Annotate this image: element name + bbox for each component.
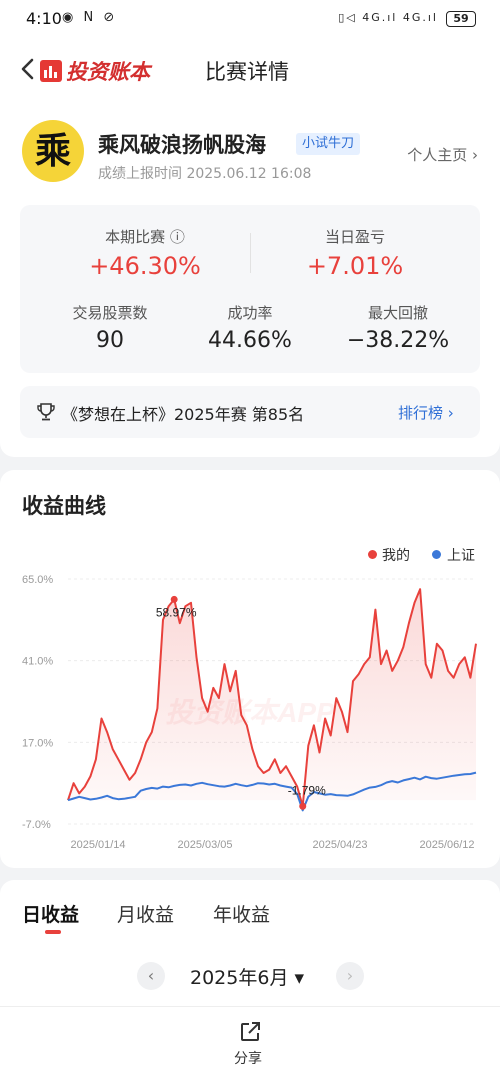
signal-icons: ▯◁ 4G.ıl 4G.ıl (338, 11, 438, 24)
tab-active-indicator (45, 930, 61, 934)
tab-yearly[interactable]: 年收益 (213, 900, 270, 927)
trophy-icon (37, 403, 55, 421)
nav-bar: 投资账本 比赛详情 (0, 38, 500, 100)
profile-header: 乘 乘风破浪扬帆股海 小试牛刀 成绩上报时间 2025.06.12 16:08 … (0, 100, 500, 210)
level-badge: 小试牛刀 (296, 133, 361, 155)
legend-mine-dot (368, 550, 377, 559)
y-tick-label: 41.0% (22, 656, 53, 668)
y-tick-label: 17.0% (22, 737, 53, 749)
tab-monthly[interactable]: 月收益 (117, 900, 174, 927)
x-tick-label: 2025/06/12 (419, 839, 474, 851)
max-point-label: 58.97% (156, 605, 197, 619)
y-tick-label: -7.0% (22, 819, 51, 831)
max-drawdown-label: 最大回撤 (367, 304, 428, 322)
tab-daily[interactable]: 日收益 (22, 900, 79, 927)
daily-pl-value: +7.01% (306, 252, 404, 280)
leaderboard-link[interactable]: 排行榜 › (398, 402, 454, 423)
share-icon[interactable] (238, 1020, 262, 1044)
max-drawdown-value: −38.22% (346, 328, 450, 353)
prev-month-button[interactable]: ‹ (137, 962, 165, 990)
this-match-value: +46.30% (89, 252, 201, 280)
x-tick-label: 2025/01/14 (70, 839, 125, 851)
status-time: 4:10 (26, 9, 62, 28)
page-title: 比赛详情 (205, 60, 289, 84)
rank-text: 《梦想在上杯》2025年赛 第85名 (62, 405, 305, 424)
next-month-button[interactable]: › (336, 962, 364, 990)
user-name: 乘风破浪扬帆股海 (98, 133, 266, 157)
battery-icon: 59 (446, 11, 476, 27)
min-point-marker (299, 802, 307, 810)
stock-count-label: 交易股票数 (72, 304, 148, 322)
stock-count-value: 90 (96, 328, 124, 353)
y-tick-label: 65.0% (22, 574, 53, 586)
success-rate-label: 成功率 (227, 304, 273, 322)
status-bar: 4:10 ◉ N ⊘ ▯◁ 4G.ıl 4G.ıl 59 (0, 0, 500, 38)
success-rate-value: 44.66% (208, 328, 292, 353)
app-logo-text: 投资账本 (66, 60, 150, 84)
daily-pl-label: 当日盈亏 (324, 228, 385, 246)
chart-title: 收益曲线 (22, 494, 106, 518)
homepage-link[interactable]: 个人主页 › (407, 144, 478, 165)
x-tick-label: 2025/03/05 (177, 839, 232, 851)
max-point-marker (170, 595, 178, 603)
this-match-label[interactable]: 本期比赛 ⓘ (40, 226, 250, 247)
avatar[interactable]: 乘 (22, 120, 84, 182)
app-logo-icon (40, 60, 62, 82)
min-point-label: -1.79% (288, 783, 326, 797)
status-left-icons: ◉ N ⊘ (62, 10, 118, 25)
profit-chart[interactable]: 65.0% 41.0% 17.0% -7.0% 2025/01/14 2025/03/05… (0, 560, 500, 860)
month-selector[interactable]: 2025年6月 ▾ (190, 963, 304, 990)
legend-index-dot (432, 550, 441, 559)
x-tick-label: 2025/04/23 (312, 839, 367, 851)
report-time: 成绩上报时间 2025.06.12 16:08 (98, 166, 312, 182)
share-label: 分享 (234, 1051, 262, 1067)
